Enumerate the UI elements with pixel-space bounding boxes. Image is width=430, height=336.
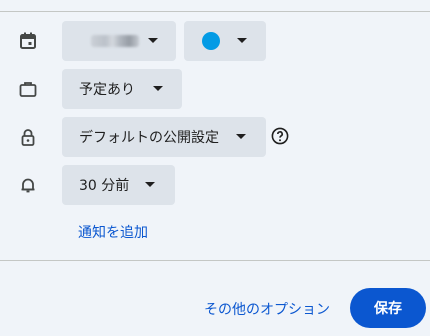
event-color-swatch — [202, 32, 220, 50]
more-options-button[interactable]: その他のオプション — [204, 299, 330, 319]
visibility-select[interactable]: デフォルトの公開設定 — [62, 117, 266, 157]
save-button[interactable]: 保存 — [350, 288, 426, 328]
lock-icon — [17, 126, 39, 148]
chevron-down-icon — [145, 182, 155, 187]
notification-time-select[interactable]: 30 分前 — [62, 165, 175, 205]
chevron-down-icon — [236, 134, 246, 139]
chevron-down-icon — [237, 38, 247, 43]
calendar-select[interactable] — [62, 21, 176, 61]
help-circle-icon[interactable] — [271, 127, 289, 145]
visibility-label: デフォルトの公開設定 — [79, 130, 219, 146]
availability-select[interactable]: 予定あり — [62, 69, 182, 109]
notification-time-label: 30 分前 — [79, 178, 130, 194]
add-notification-link[interactable]: 通知を追加 — [78, 222, 148, 242]
chevron-down-icon — [148, 38, 158, 43]
top-divider — [0, 11, 430, 12]
color-select[interactable] — [184, 21, 266, 61]
chevron-down-icon — [153, 86, 163, 91]
footer-divider — [0, 260, 430, 261]
availability-label: 予定あり — [79, 82, 135, 98]
bell-icon — [17, 174, 39, 196]
calendar-name-redacted — [91, 35, 139, 47]
calendar-icon — [17, 30, 39, 52]
briefcase-icon — [17, 78, 39, 100]
